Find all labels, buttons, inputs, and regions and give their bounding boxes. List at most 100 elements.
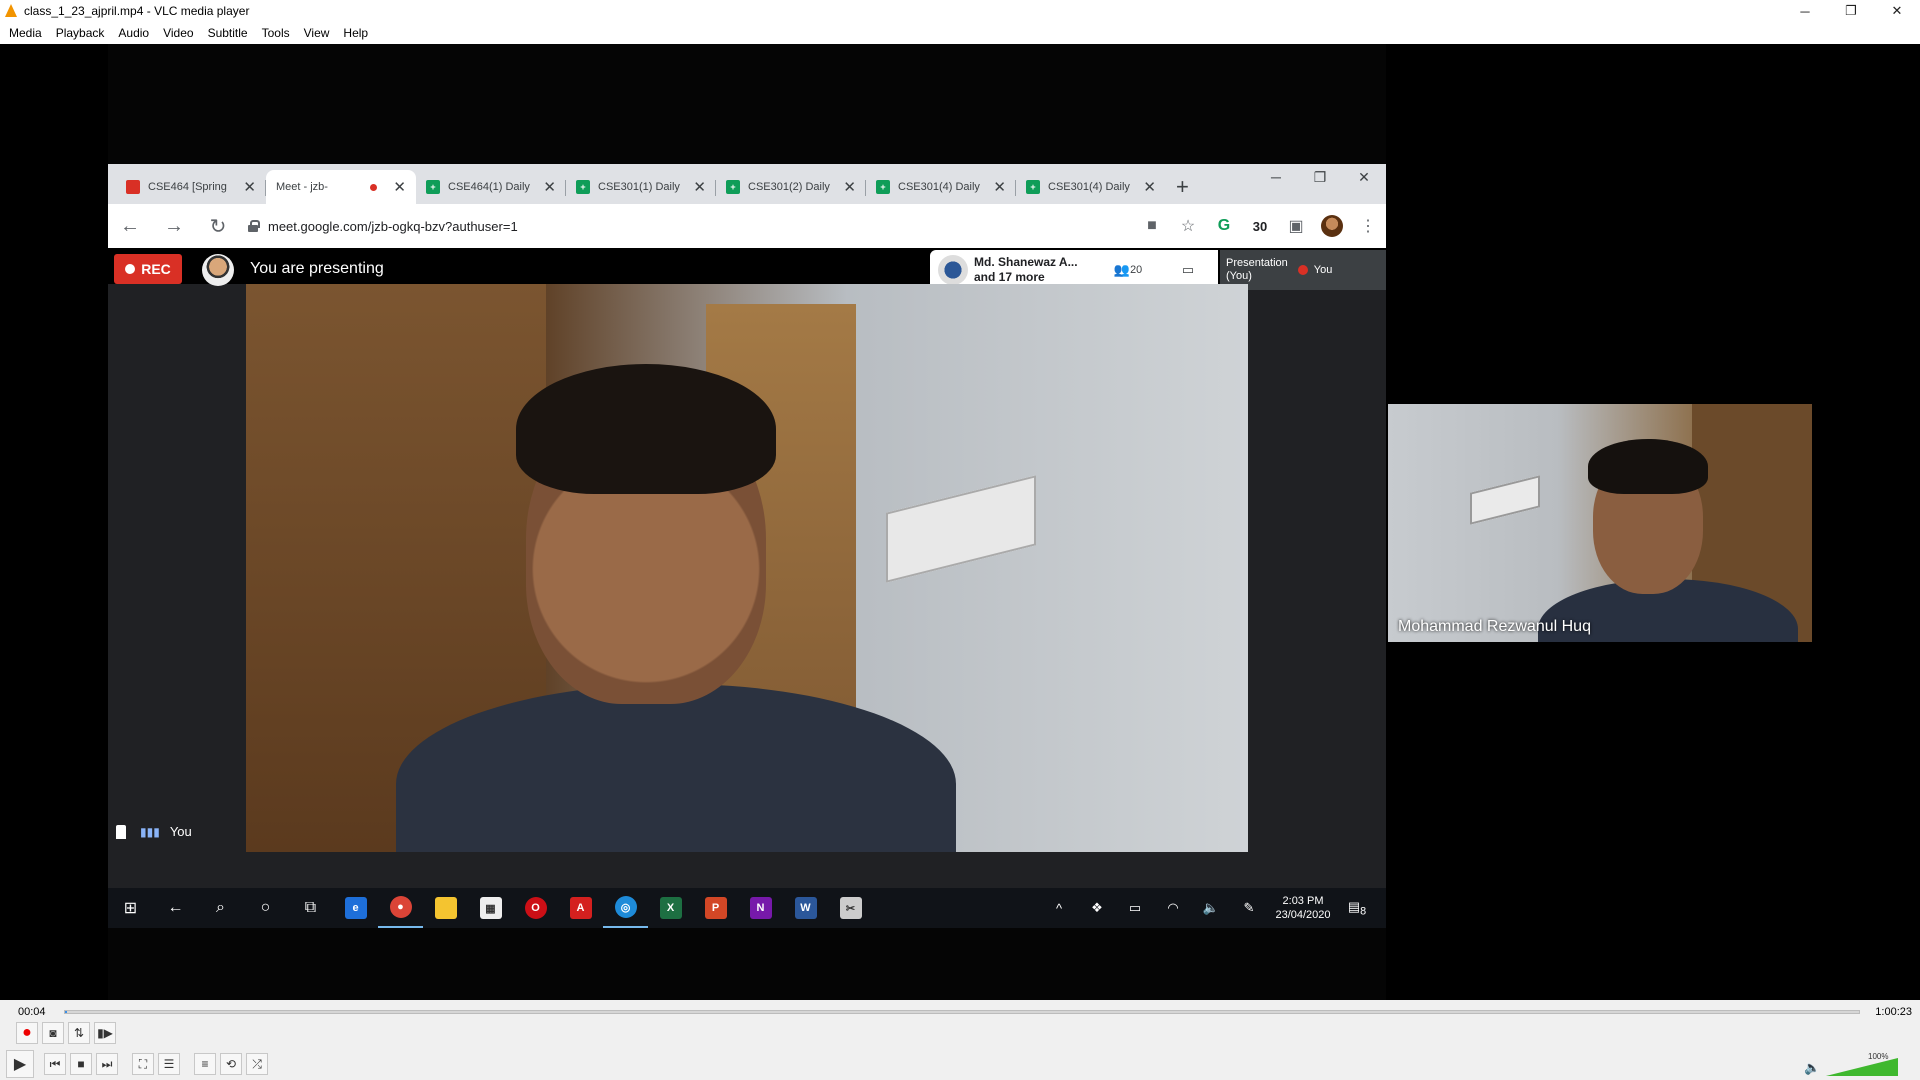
taskbar-clock[interactable]: 2:03 PM 23/04/2020 bbox=[1268, 894, 1338, 922]
pip-participant-name: Mohammad Rezwanul Huq bbox=[1398, 618, 1591, 635]
browser-tab[interactable]: + CSE301(2) Daily ✕ bbox=[716, 170, 866, 204]
play-icon[interactable]: ▶ bbox=[6, 1050, 34, 1078]
address-bar[interactable]: meet.google.com/jzb-ogkq-bzv?authuser=1 bbox=[248, 211, 1126, 241]
extension-counter[interactable]: 30 bbox=[1242, 204, 1278, 248]
url-text: meet.google.com/jzb-ogkq-bzv?authuser=1 bbox=[268, 218, 518, 234]
participant-name: Md. Shanewaz A... bbox=[974, 255, 1078, 269]
chevron-up-icon[interactable]: ^ bbox=[1040, 901, 1078, 916]
close-tab-icon[interactable]: ✕ bbox=[693, 178, 706, 196]
shuffle-icon[interactable]: ⤮ bbox=[246, 1053, 268, 1075]
close-tab-icon[interactable]: ✕ bbox=[393, 178, 406, 196]
browser-tab[interactable]: + CSE301(1) Daily ✕ bbox=[566, 170, 716, 204]
battery-icon[interactable]: ▭ bbox=[1116, 900, 1154, 916]
acrobat-icon[interactable]: A bbox=[558, 888, 603, 928]
windows-start-icon[interactable]: ⊞ bbox=[108, 888, 153, 928]
powerpoint-icon[interactable]: P bbox=[693, 888, 738, 928]
stop-icon[interactable]: ■ bbox=[70, 1053, 92, 1075]
playlist-icon[interactable]: ≡ bbox=[194, 1053, 216, 1075]
notification-count: 8 bbox=[1360, 905, 1367, 918]
video-area[interactable]: CSE464 [Spring ✕ Meet - jzb- ✕ + CSE464(… bbox=[0, 44, 1920, 1000]
chat-icon: ▭ bbox=[1181, 262, 1195, 277]
forward-arrow-icon[interactable]: → bbox=[152, 204, 196, 248]
restore-button[interactable]: ❐ bbox=[1828, 0, 1874, 22]
menu-media[interactable]: Media bbox=[2, 26, 49, 40]
menu-tools[interactable]: Tools bbox=[255, 26, 297, 40]
browser-tab[interactable]: + CSE301(4) Daily ✕ bbox=[1016, 170, 1166, 204]
snipping-tool-icon[interactable]: ✂ bbox=[828, 888, 873, 928]
record-icon[interactable]: ● bbox=[16, 1022, 38, 1044]
browser-tab-active[interactable]: Meet - jzb- ✕ bbox=[266, 170, 416, 388]
close-tab-icon[interactable]: ✕ bbox=[1143, 178, 1156, 196]
self-name: You bbox=[169, 824, 192, 839]
fullscreen-icon[interactable]: ⛶ bbox=[132, 1053, 154, 1075]
extended-settings-icon[interactable]: ☰ bbox=[158, 1053, 180, 1075]
rec-label: REC bbox=[141, 261, 171, 277]
browser-tab[interactable]: + CSE301(4) Daily ✕ bbox=[866, 170, 1016, 204]
calendar-extension-icon[interactable]: ▣ bbox=[1278, 204, 1314, 248]
word-icon[interactable]: W bbox=[783, 888, 828, 928]
menu-audio[interactable]: Audio bbox=[111, 26, 156, 40]
volume-percent: 100% bbox=[1868, 1052, 1889, 1061]
loop-ab-icon[interactable]: ⇅ bbox=[68, 1022, 90, 1044]
browser-tab[interactable]: CSE464 [Spring ✕ bbox=[116, 170, 266, 204]
kebab-menu-icon[interactable]: ⋮ bbox=[1350, 204, 1386, 248]
task-view-icon[interactable]: ⧉ bbox=[288, 888, 333, 928]
browser-minimize-button[interactable]: ─ bbox=[1254, 164, 1298, 190]
menu-video[interactable]: Video bbox=[156, 26, 200, 40]
windows-taskbar: ⊞ ← ⌕ ○ ⧉ e ● ▦ O A ◎ X P N W ✂ ^ ❖ ▭ ◠ … bbox=[108, 888, 1386, 928]
edge-icon[interactable]: e bbox=[333, 888, 378, 928]
minimize-button[interactable]: ─ bbox=[1782, 0, 1828, 22]
grammarly-icon[interactable]: G bbox=[1206, 204, 1242, 248]
tab-title: CSE464(1) Daily bbox=[448, 181, 530, 193]
frame-step-icon[interactable]: ▮▶ bbox=[94, 1022, 116, 1044]
meet-app: REC You are presenting Md. Shanewaz A...… bbox=[108, 248, 1386, 888]
chrome-icon[interactable]: ● bbox=[378, 888, 423, 928]
menu-view[interactable]: View bbox=[297, 26, 337, 40]
close-tab-icon[interactable]: ✕ bbox=[243, 178, 256, 196]
taskbar-time: 2:03 PM bbox=[1282, 895, 1324, 907]
excel-icon[interactable]: X bbox=[648, 888, 693, 928]
tab-title: CSE301(2) Daily bbox=[748, 181, 830, 193]
seek-bar[interactable] bbox=[64, 1010, 1860, 1014]
profile-avatar[interactable] bbox=[1314, 204, 1350, 248]
close-button[interactable]: ✕ bbox=[1874, 0, 1920, 22]
tab-title: Meet - jzb- bbox=[276, 181, 328, 193]
close-tab-icon[interactable]: ✕ bbox=[843, 178, 856, 196]
store-icon[interactable]: ▦ bbox=[468, 888, 513, 928]
snapshot-icon[interactable]: ◙ bbox=[42, 1022, 64, 1044]
dropbox-icon[interactable]: ❖ bbox=[1078, 900, 1116, 916]
menu-subtitle[interactable]: Subtitle bbox=[201, 26, 255, 40]
cortana-icon[interactable]: ○ bbox=[243, 888, 288, 928]
taskbar-date: 23/04/2020 bbox=[1275, 909, 1331, 921]
notification-icon[interactable]: ▤8 bbox=[1338, 899, 1376, 918]
file-explorer-icon[interactable] bbox=[423, 888, 468, 928]
menu-help[interactable]: Help bbox=[336, 26, 375, 40]
camera-icon[interactable]: ■ bbox=[1134, 204, 1170, 248]
volume-control[interactable]: 🔈 100% bbox=[1804, 1052, 1914, 1078]
loop-icon[interactable]: ⟲ bbox=[220, 1053, 242, 1075]
new-tab-button[interactable]: + bbox=[1176, 174, 1189, 204]
onenote-icon[interactable]: N bbox=[738, 888, 783, 928]
reload-icon[interactable]: ↻ bbox=[196, 204, 240, 248]
menu-playback[interactable]: Playback bbox=[49, 26, 112, 40]
volume-icon[interactable]: 🔈 bbox=[1192, 900, 1230, 916]
wifi-icon[interactable]: ◠ bbox=[1154, 900, 1192, 916]
speaker-icon[interactable]: 🔈 bbox=[1804, 1060, 1820, 1076]
previous-icon[interactable]: ⏮ bbox=[44, 1053, 66, 1075]
opera-icon[interactable]: O bbox=[513, 888, 558, 928]
vlc-cone-icon bbox=[4, 4, 18, 18]
star-icon[interactable]: ☆ bbox=[1170, 204, 1206, 248]
back-arrow-icon[interactable]: ← bbox=[108, 204, 152, 248]
close-tab-icon[interactable]: ✕ bbox=[993, 178, 1006, 196]
browser-close-button[interactable]: ✕ bbox=[1342, 164, 1386, 190]
close-tab-icon[interactable]: ✕ bbox=[543, 178, 556, 196]
pin-icon[interactable] bbox=[116, 824, 126, 839]
pen-icon[interactable]: ✎ bbox=[1230, 900, 1268, 916]
search-icon[interactable]: ⌕ bbox=[198, 888, 243, 928]
app-circle-icon[interactable]: ◎ bbox=[603, 888, 648, 928]
advanced-controls: ● ◙ ⇅ ▮▶ bbox=[16, 1022, 120, 1044]
browser-tab[interactable]: + CSE464(1) Daily ✕ bbox=[416, 170, 566, 204]
back-arrow-icon[interactable]: ← bbox=[153, 888, 198, 928]
browser-restore-button[interactable]: ❐ bbox=[1298, 164, 1342, 190]
next-icon[interactable]: ⏭ bbox=[96, 1053, 118, 1075]
